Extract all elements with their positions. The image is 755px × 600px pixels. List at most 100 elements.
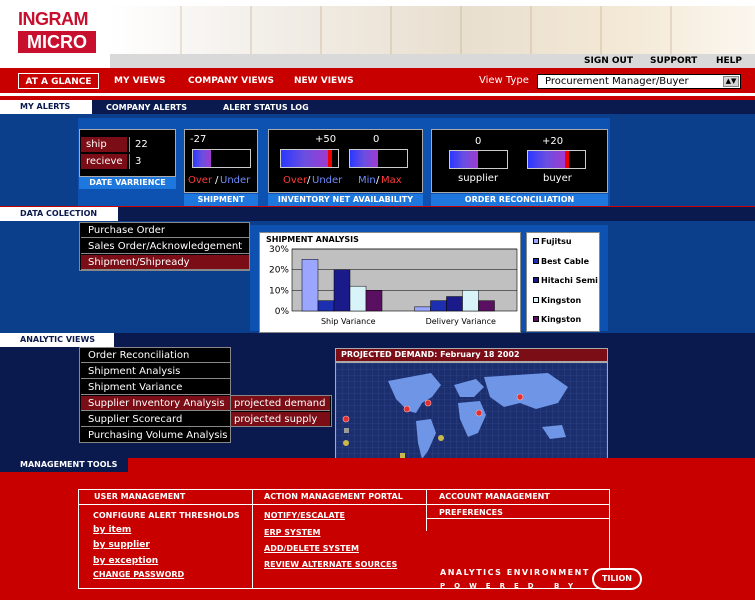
- sub-item-projected-demand[interactable]: projected demand: [231, 396, 330, 411]
- reconciliation-caption[interactable]: ORDER RECONCILIATION: [431, 194, 608, 206]
- shipment-caption[interactable]: SHIPMENT: [184, 194, 258, 206]
- link-erp-system[interactable]: ERP SYSTEM: [264, 528, 320, 537]
- x-tick-label: Ship Variance: [321, 317, 376, 326]
- y-tick-label: 10%: [269, 286, 289, 296]
- link-by-exception[interactable]: by exception: [93, 556, 158, 566]
- legend-item: Kingston: [533, 315, 581, 324]
- management-tab-bar: MANAGEMENT TOOLS: [0, 458, 755, 472]
- map-title: PROJECTED DEMAND: February 18 2002: [341, 350, 520, 359]
- legend-item: Kingston: [533, 296, 581, 305]
- support-link[interactable]: SUPPORT: [650, 56, 697, 66]
- bar: [317, 300, 335, 312]
- data-collection-tab-bar: DATA COLECTION: [0, 207, 755, 221]
- link-account-management[interactable]: ACCOUNT MANAGEMENT: [439, 492, 550, 501]
- powered-by-text: POWERED BY: [440, 582, 583, 590]
- inventory-label-max: Max: [381, 175, 402, 186]
- reconciliation-value-1: 0: [475, 136, 482, 147]
- legend-label: Best Cable: [541, 256, 590, 266]
- bar: [430, 300, 447, 312]
- list-item-shipment-variance[interactable]: Shipment Variance: [81, 380, 230, 395]
- link-by-item[interactable]: by item: [93, 525, 131, 535]
- sub-item-projected-supply[interactable]: projected supply: [231, 412, 330, 427]
- reconciliation-meter-2: [527, 150, 586, 169]
- reconciliation-meter-1: [449, 150, 508, 169]
- reconciliation-label-supplier: supplier: [458, 173, 499, 184]
- legend-swatch: [533, 277, 539, 283]
- help-link[interactable]: HELP: [716, 56, 742, 66]
- date-variance-table: ship 22 recieve 3: [79, 129, 176, 177]
- list-item-supplier-inventory-analysis[interactable]: Supplier Inventory Analysis: [81, 396, 230, 411]
- tilion-logo[interactable]: TILION: [592, 568, 642, 590]
- link-change-password[interactable]: CHANGE PASSWORD: [93, 570, 184, 579]
- date-variance-caption[interactable]: DATE VARRIENCE: [79, 177, 176, 189]
- header-banner-image: [110, 6, 755, 54]
- shipment-label-under: Under: [220, 175, 251, 186]
- nav-company-views[interactable]: COMPANY VIEWS: [188, 73, 274, 89]
- utility-bar: SIGN OUT SUPPORT HELP: [110, 54, 755, 68]
- bar: [446, 296, 463, 312]
- nav-new-views[interactable]: NEW VIEWS: [294, 73, 354, 89]
- shipment-value: -27: [190, 134, 207, 145]
- alerts-tab-bar: MY ALERTS COMPANY ALERTS ALERT STATUS LO…: [0, 100, 755, 114]
- nav-at-a-glance[interactable]: AT A GLANCE: [18, 73, 99, 89]
- inventory-alert-box[interactable]: +50 0 Over / Under Min / Max: [268, 129, 423, 193]
- analytic-sublist: projected demand projected supply: [231, 395, 332, 427]
- bar: [349, 285, 367, 312]
- tab-data-collection[interactable]: DATA COLECTION: [0, 207, 118, 221]
- bar: [478, 300, 495, 312]
- variance-label-ship: ship: [81, 137, 127, 152]
- tilion-logo-text: TILION: [601, 574, 632, 583]
- list-item-order-reconciliation[interactable]: Order Reconciliation: [81, 348, 230, 363]
- map-title-bar: PROJECTED DEMAND: February 18 2002: [335, 348, 608, 362]
- reconciliation-value-2: +20: [542, 136, 564, 147]
- link-review-alternate-sources[interactable]: REVIEW ALTERNATE SOURCES: [264, 560, 397, 569]
- legend-item: Best Cable: [533, 257, 589, 266]
- ingram-micro-logo[interactable]: INGRAM MICRO: [18, 8, 100, 54]
- bar: [414, 306, 431, 312]
- analytic-list: Order Reconciliation Shipment Analysis S…: [79, 347, 231, 443]
- view-type-select[interactable]: Procurement Manager/Buyer ▲▼: [537, 74, 741, 89]
- list-item-sales-order[interactable]: Sales Order/Acknowledgement: [81, 239, 249, 254]
- link-preferences[interactable]: PREFERENCES: [439, 508, 503, 517]
- nav-my-views[interactable]: MY VIEWS: [114, 73, 165, 89]
- tab-analytic-views[interactable]: ANALYTIC VIEWS: [0, 333, 114, 347]
- link-add-delete-system[interactable]: ADD/DELETE SYSTEM: [264, 544, 359, 553]
- tab-company-alerts[interactable]: COMPANY ALERTS: [106, 103, 187, 112]
- tab-alert-status-log[interactable]: ALERT STATUS LOG: [223, 103, 309, 112]
- shipment-alert-box[interactable]: -27 Over / Under: [184, 129, 258, 193]
- inventory-label-under: Under: [312, 175, 343, 186]
- variance-value-recieve: 3: [129, 154, 175, 169]
- link-by-supplier[interactable]: by supplier: [93, 540, 150, 550]
- inventory-caption[interactable]: INVENTORY NET AVAILABILITY: [268, 194, 423, 206]
- list-item-purchase-order[interactable]: Purchase Order: [81, 223, 249, 238]
- legend-swatch: [533, 316, 539, 322]
- legend-label: Hitachi Semi: [541, 276, 598, 285]
- tab-management-tools[interactable]: MANAGEMENT TOOLS: [0, 458, 128, 472]
- reconciliation-alert-box[interactable]: 0 +20 supplier buyer: [431, 129, 608, 193]
- reconciliation-label-buyer: buyer: [543, 173, 572, 184]
- world-map[interactable]: [335, 362, 608, 462]
- legend-item: Hitachi Semi: [533, 276, 598, 285]
- variance-label-recieve: recieve: [81, 154, 127, 169]
- list-item-shipment-shipready[interactable]: Shipment/Shipready: [81, 255, 249, 270]
- legend-label: Kingston: [541, 315, 582, 324]
- list-item-purchasing-volume-analysis[interactable]: Purchasing Volume Analysis: [81, 428, 230, 443]
- world-map-svg: [336, 363, 607, 461]
- configure-alert-thresholds: CONFIGURE ALERT THRESHOLDS: [93, 511, 240, 520]
- legend-swatch: [533, 238, 539, 244]
- sign-out-link[interactable]: SIGN OUT: [584, 56, 633, 66]
- list-item-supplier-scorecard[interactable]: Supplier Scorecard: [81, 412, 230, 427]
- inventory-value-1: +50: [315, 134, 337, 145]
- bar: [333, 269, 351, 312]
- shipment-meter: [192, 149, 251, 168]
- legend-swatch: [533, 296, 539, 303]
- updown-arrow-icon: ▲▼: [723, 76, 739, 87]
- user-management-header: USER MANAGEMENT: [94, 492, 186, 501]
- link-notify-escalate[interactable]: NOTIFY/ESCALATE: [264, 511, 345, 520]
- list-item-shipment-analysis[interactable]: Shipment Analysis: [81, 364, 230, 379]
- analytic-tab-bar: ANALYTIC VIEWS: [0, 333, 755, 347]
- tab-my-alerts[interactable]: MY ALERTS: [0, 100, 92, 114]
- chart-svg: 30% 20% 10% 0% Ship Variance Delivery Varianc…: [269, 245, 518, 326]
- logo-text-bottom: MICRO: [18, 31, 96, 53]
- inventory-label-over: Over: [283, 175, 308, 186]
